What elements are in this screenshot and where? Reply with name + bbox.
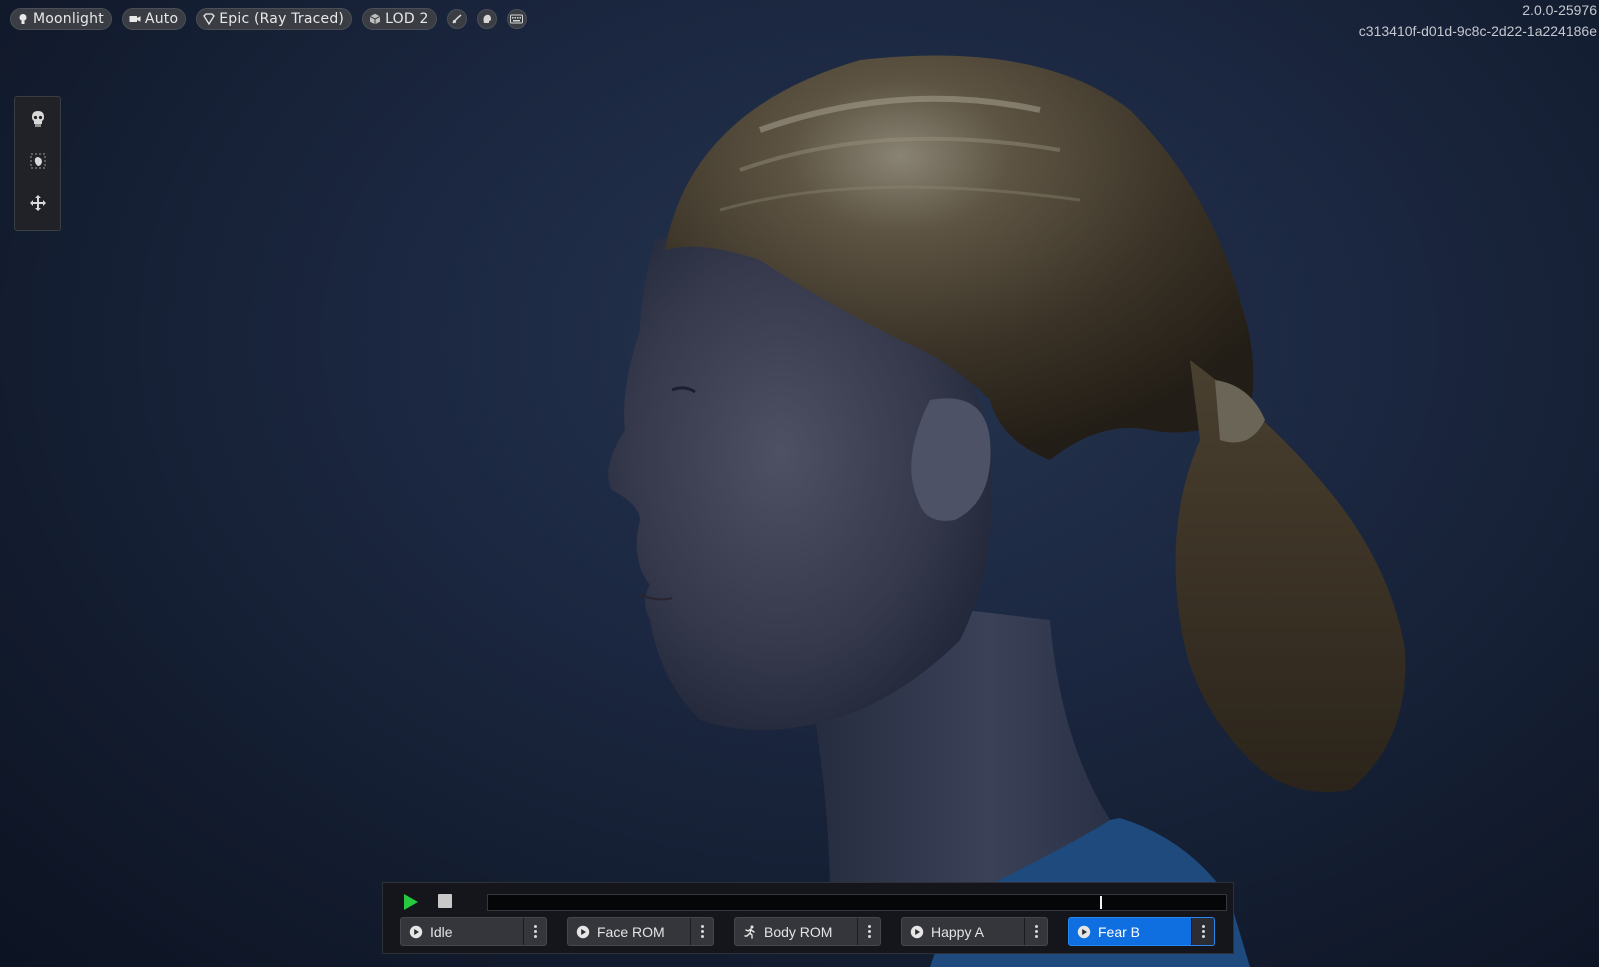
lighting-dropdown[interactable]: Moonlight <box>10 8 112 30</box>
lightbulb-icon <box>19 14 27 24</box>
cube-icon <box>369 13 381 25</box>
hair-toggle-button[interactable] <box>446 9 467 29</box>
character-render <box>608 55 1406 967</box>
clip-options-button[interactable] <box>690 918 713 945</box>
running-figure-icon <box>743 925 757 939</box>
skeleton-icon <box>31 111 44 127</box>
camera-label: Auto <box>144 11 179 27</box>
play-circle-icon <box>576 925 590 939</box>
move-icon <box>29 195 46 211</box>
animation-panel: Idle Face ROM Body ROM Happy A Fear B <box>382 882 1234 954</box>
camera-icon <box>129 16 141 22</box>
animation-clip-happy-a[interactable]: Happy A <box>901 917 1048 946</box>
animation-timeline[interactable] <box>487 894 1227 911</box>
select-object-icon <box>30 153 45 169</box>
more-vertical-icon <box>1201 925 1205 938</box>
clip-select-button[interactable]: Face ROM <box>568 918 690 945</box>
clip-label: Body ROM <box>764 923 833 940</box>
keyboard-icon <box>510 14 524 24</box>
more-vertical-icon <box>533 925 537 938</box>
viewport-toolbar: Moonlight Auto Epic (Ray Traced) LOD 2 <box>10 8 527 30</box>
animation-clip-face-rom[interactable]: Face ROM <box>567 917 714 946</box>
lod-label: LOD 2 <box>385 11 429 27</box>
version-number: 2.0.0-25976 <box>1522 2 1597 18</box>
clip-label: Idle <box>430 923 453 940</box>
stop-button[interactable] <box>438 894 452 908</box>
more-vertical-icon <box>867 925 871 938</box>
more-vertical-icon <box>1034 925 1038 938</box>
lighting-label: Moonlight <box>33 11 104 27</box>
animation-clip-idle[interactable]: Idle <box>400 917 547 946</box>
play-button[interactable] <box>402 893 420 911</box>
skeleton-tool-button[interactable] <box>28 109 48 129</box>
clip-select-button[interactable]: Body ROM <box>735 918 857 945</box>
hair-icon <box>451 14 462 24</box>
version-info: 2.0.0-25976 c313410f-d01d-9c8c-2d22-1a22… <box>1359 0 1597 42</box>
clip-options-button[interactable] <box>1191 918 1214 945</box>
clip-select-button[interactable]: Idle <box>401 918 523 945</box>
play-circle-icon <box>1077 925 1091 939</box>
left-tool-panel <box>14 96 61 231</box>
clip-select-button[interactable]: Fear B <box>1069 918 1191 945</box>
play-circle-icon <box>910 925 924 939</box>
animation-clip-fear-b[interactable]: Fear B <box>1068 917 1215 946</box>
build-hash: c313410f-d01d-9c8c-2d22-1a224186e <box>1358 23 1597 39</box>
head-toggle-button[interactable] <box>476 9 497 29</box>
clip-label: Fear B <box>1098 923 1141 940</box>
3d-viewport[interactable]: Moonlight Auto Epic (Ray Traced) LOD 2 2… <box>0 0 1599 967</box>
clip-select-button[interactable]: Happy A <box>902 918 1024 945</box>
more-vertical-icon <box>700 925 704 938</box>
quality-diamond-icon <box>203 13 216 25</box>
quality-dropdown[interactable]: Epic (Ray Traced) <box>196 8 353 30</box>
keyboard-shortcuts-button[interactable] <box>506 9 527 29</box>
move-tool-button[interactable] <box>28 193 48 213</box>
animation-clip-body-rom[interactable]: Body ROM <box>734 917 881 946</box>
timeline-playhead[interactable] <box>1100 896 1102 909</box>
clip-options-button[interactable] <box>857 918 880 945</box>
select-object-tool-button[interactable] <box>28 151 48 171</box>
clip-options-button[interactable] <box>523 918 546 945</box>
lod-dropdown[interactable]: LOD 2 <box>362 8 437 30</box>
clip-options-button[interactable] <box>1024 918 1047 945</box>
clip-label: Face ROM <box>597 923 665 940</box>
camera-dropdown[interactable]: Auto <box>121 8 187 30</box>
play-circle-icon <box>409 925 423 939</box>
head-icon <box>483 14 491 23</box>
quality-label: Epic (Ray Traced) <box>219 11 345 27</box>
clip-label: Happy A <box>931 923 984 940</box>
animation-clip-list: Idle Face ROM Body ROM Happy A Fear B <box>400 917 1215 946</box>
